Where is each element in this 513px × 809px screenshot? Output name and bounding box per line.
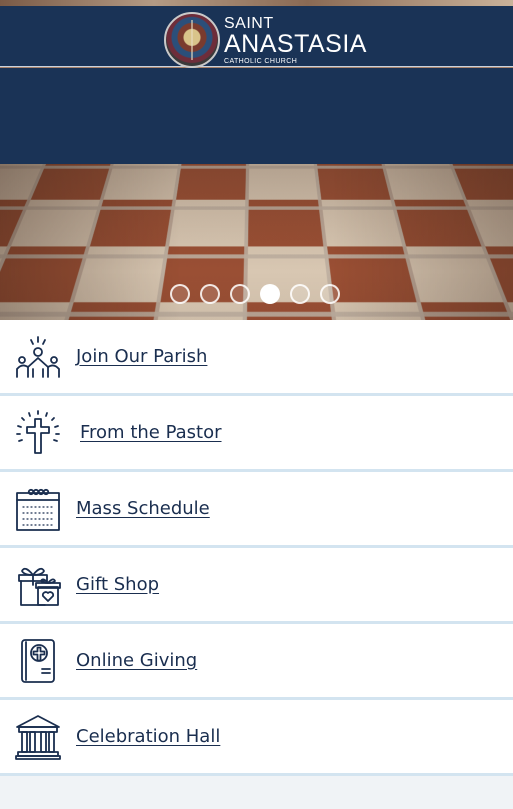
menu-item-label[interactable]: Gift Shop (76, 574, 159, 595)
menu-item-celebration-hall[interactable]: Celebration Hall (0, 700, 513, 776)
menu-item-online-giving[interactable]: Online Giving (0, 624, 513, 700)
menu-item-gift-shop[interactable]: Gift Shop (0, 548, 513, 624)
gift-box-icon (14, 561, 62, 609)
people-raising-hands-icon (14, 333, 62, 381)
menu-item-label[interactable]: Mass Schedule (76, 498, 210, 519)
calendar-icon (14, 485, 62, 533)
menu-item-label[interactable]: Join Our Parish (76, 346, 207, 367)
carousel-dot-6[interactable] (320, 284, 340, 304)
hero-overlay-block (0, 68, 513, 164)
carousel-dot-3[interactable] (230, 284, 250, 304)
menu-item-join-our-parish[interactable]: Join Our Parish (0, 320, 513, 396)
menu-item-label[interactable]: Online Giving (76, 650, 197, 671)
church-seal-icon (164, 12, 220, 68)
tablet-cross-icon (14, 637, 62, 685)
hero-banner: SAINT ANASTASIA CATHOLIC CHURCH (0, 0, 513, 320)
logo-line-name: ANASTASIA (224, 29, 367, 58)
hall-building-icon (14, 713, 62, 761)
logo-line-sub: CATHOLIC CHURCH (224, 57, 298, 65)
site-header: SAINT ANASTASIA CATHOLIC CHURCH (0, 6, 513, 69)
quick-links-menu: Join Our Parish From the Pastor Mass Sch… (0, 320, 513, 776)
carousel-dot-1[interactable] (170, 284, 190, 304)
carousel-dot-2[interactable] (200, 284, 220, 304)
radiant-cross-icon (14, 409, 62, 457)
menu-item-label[interactable]: From the Pastor (80, 422, 222, 443)
carousel-dot-4[interactable] (260, 284, 280, 304)
carousel-dot-5[interactable] (290, 284, 310, 304)
church-logo[interactable]: SAINT ANASTASIA CATHOLIC CHURCH (164, 11, 367, 69)
menu-item-from-the-pastor[interactable]: From the Pastor (0, 396, 513, 472)
carousel-dots (170, 284, 340, 304)
menu-item-mass-schedule[interactable]: Mass Schedule (0, 472, 513, 548)
menu-item-label[interactable]: Celebration Hall (76, 726, 220, 747)
